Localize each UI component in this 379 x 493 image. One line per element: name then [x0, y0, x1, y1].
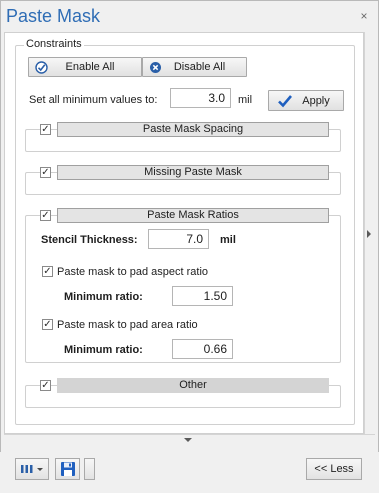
spacing-checkbox[interactable]: ✓	[40, 124, 51, 135]
aspect-min-label: Minimum ratio:	[64, 291, 143, 303]
panel-content: Constraints Enable All Disable All Set a…	[4, 32, 364, 434]
stencil-label: Stencil Thickness:	[41, 234, 138, 246]
ratios-checkbox[interactable]: ✓	[40, 210, 51, 221]
aspect-min-input[interactable]: 1.50	[172, 286, 233, 306]
missing-header[interactable]: Missing Paste Mask	[57, 165, 329, 180]
enable-all-button[interactable]: Enable All	[28, 57, 142, 77]
columns-menu-button[interactable]	[15, 458, 49, 480]
constraints-legend: Constraints	[24, 38, 84, 50]
expand-right-icon[interactable]	[367, 230, 371, 238]
set-all-input[interactable]: 3.0	[170, 88, 231, 108]
other-header[interactable]: Other	[57, 378, 329, 393]
save-button[interactable]	[55, 458, 80, 480]
ratios-header[interactable]: Paste Mask Ratios	[57, 208, 329, 223]
area-min-label: Minimum ratio:	[64, 344, 143, 356]
x-circle-icon	[150, 62, 161, 73]
aspect-label[interactable]: Paste mask to pad aspect ratio	[57, 265, 208, 279]
floppy-disk-icon	[61, 462, 75, 476]
other-checkbox[interactable]: ✓	[40, 380, 51, 391]
missing-checkbox[interactable]: ✓	[40, 167, 51, 178]
stencil-input[interactable]: 7.0	[148, 229, 209, 249]
check-circle-icon	[35, 61, 48, 74]
disable-all-label: Disable All	[173, 61, 226, 73]
columns-icon	[21, 465, 43, 473]
less-button-label: << Less	[314, 463, 354, 475]
less-button[interactable]: << Less	[306, 458, 362, 480]
area-checkbox[interactable]: ✓	[42, 319, 53, 330]
stencil-unit: mil	[220, 234, 236, 246]
footer-spacer-button[interactable]	[84, 458, 95, 480]
area-label[interactable]: Paste mask to pad area ratio	[57, 318, 198, 332]
close-icon[interactable]: ×	[357, 9, 371, 23]
apply-label: Apply	[302, 94, 330, 107]
spacing-header[interactable]: Paste Mask Spacing	[57, 122, 329, 137]
set-all-label: Set all minimum values to:	[29, 94, 158, 106]
area-min-input[interactable]: 0.66	[172, 339, 233, 359]
enable-all-label: Enable All	[65, 61, 115, 73]
checkmark-icon	[278, 95, 292, 108]
set-all-unit: mil	[238, 94, 253, 106]
apply-button[interactable]: Apply	[268, 90, 344, 111]
expand-down-icon[interactable]	[184, 438, 192, 442]
panel-title: Paste Mask	[6, 6, 101, 26]
aspect-checkbox[interactable]: ✓	[42, 266, 53, 277]
disable-all-button[interactable]: Disable All	[142, 57, 247, 77]
footer-bar: << Less	[0, 452, 379, 493]
